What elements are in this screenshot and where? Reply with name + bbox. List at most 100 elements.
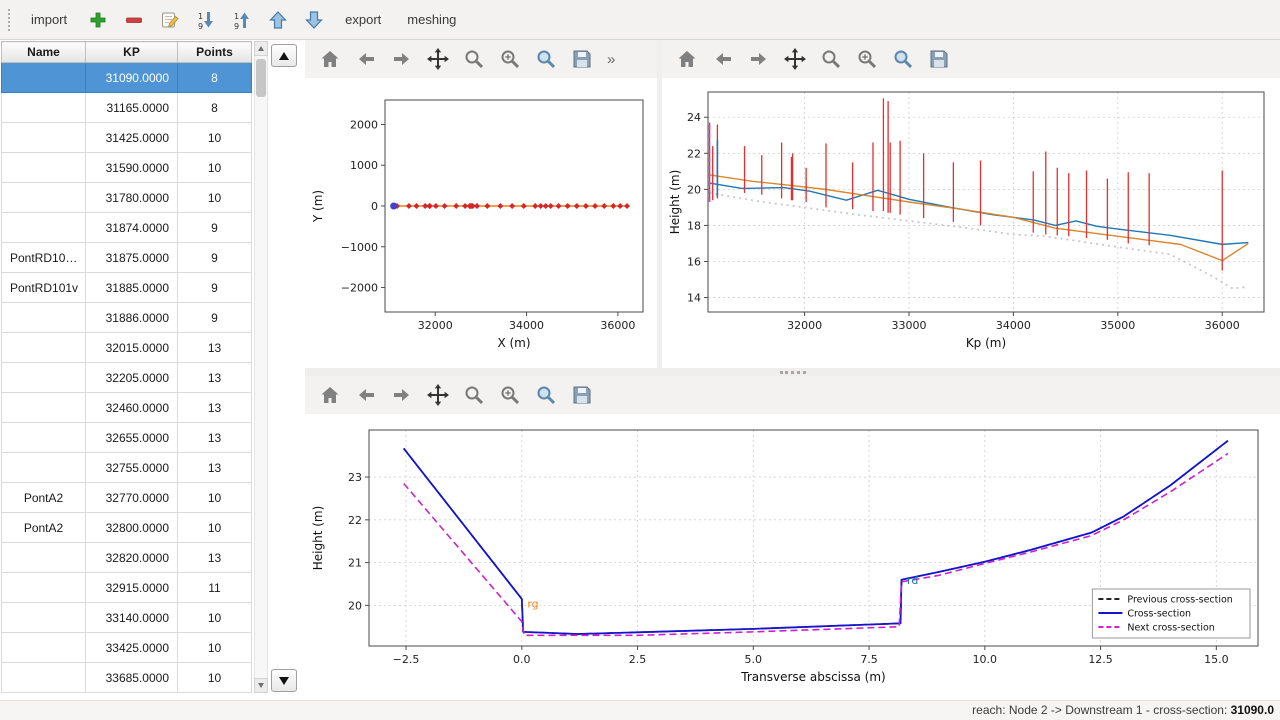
table-row[interactable]: 31780.000010: [2, 183, 252, 213]
cell-kp[interactable]: 31886.0000: [86, 303, 178, 333]
cell-kp[interactable]: 32755.0000: [86, 453, 178, 483]
add-cross-section-button[interactable]: [83, 5, 113, 35]
cell-points[interactable]: 9: [178, 243, 252, 273]
customize-button[interactable]: [888, 44, 918, 74]
table-row[interactable]: 32015.000013: [2, 333, 252, 363]
cell-name[interactable]: [2, 423, 86, 453]
cell-name[interactable]: PontRD101v: [2, 273, 86, 303]
cell-points[interactable]: 13: [178, 363, 252, 393]
cell-points[interactable]: 9: [178, 273, 252, 303]
home-button[interactable]: [672, 44, 702, 74]
export-button[interactable]: export: [335, 6, 391, 33]
column-header-name[interactable]: Name: [2, 42, 86, 63]
cell-kp[interactable]: 31875.0000: [86, 243, 178, 273]
zoom-button[interactable]: [459, 44, 489, 74]
cell-points[interactable]: 10: [178, 123, 252, 153]
remove-cross-section-button[interactable]: [119, 5, 149, 35]
table-row[interactable]: 33425.000010: [2, 633, 252, 663]
move-row-up-button[interactable]: [271, 44, 297, 67]
cell-points[interactable]: 13: [178, 333, 252, 363]
table-row[interactable]: 32755.000013: [2, 453, 252, 483]
cell-points[interactable]: 10: [178, 153, 252, 183]
cell-points[interactable]: 9: [178, 303, 252, 333]
cell-kp[interactable]: 33685.0000: [86, 663, 178, 693]
move-row-down-button[interactable]: [271, 669, 297, 692]
pan-button[interactable]: [423, 380, 453, 410]
cell-kp[interactable]: 32770.0000: [86, 483, 178, 513]
cell-kp[interactable]: 32205.0000: [86, 363, 178, 393]
cell-points[interactable]: 10: [178, 603, 252, 633]
subplots-button[interactable]: [852, 44, 882, 74]
cell-name[interactable]: PontRD10…: [2, 243, 86, 273]
cell-kp[interactable]: 31874.0000: [86, 213, 178, 243]
table-row[interactable]: 32205.000013: [2, 363, 252, 393]
cell-name[interactable]: PontA2: [2, 483, 86, 513]
cell-kp[interactable]: 32915.0000: [86, 573, 178, 603]
cross-section-figure[interactable]: rgrd−2.50.02.55.07.510.012.515.020212223…: [305, 414, 1280, 700]
pan-button[interactable]: [780, 44, 810, 74]
table-row[interactable]: 31090.00008: [2, 63, 252, 93]
cell-name[interactable]: [2, 663, 86, 693]
pan-button[interactable]: [423, 44, 453, 74]
table-row[interactable]: 32460.000013: [2, 393, 252, 423]
sort-descending-button[interactable]: 19: [191, 5, 221, 35]
forward-button[interactable]: [387, 44, 417, 74]
cell-name[interactable]: [2, 93, 86, 123]
cell-points[interactable]: 13: [178, 543, 252, 573]
column-header-points[interactable]: Points: [178, 42, 252, 63]
cell-kp[interactable]: 32800.0000: [86, 513, 178, 543]
cell-name[interactable]: [2, 453, 86, 483]
subplots-button[interactable]: [495, 380, 525, 410]
table-row[interactable]: 31874.00009: [2, 213, 252, 243]
toolbar-overflow-chevron[interactable]: »: [607, 51, 615, 68]
customize-button[interactable]: [531, 380, 561, 410]
table-row[interactable]: 33685.000010: [2, 663, 252, 693]
zoom-button[interactable]: [459, 380, 489, 410]
table-row[interactable]: 33140.000010: [2, 603, 252, 633]
cell-kp[interactable]: 32460.0000: [86, 393, 178, 423]
table-row[interactable]: PontRD10…31875.00009: [2, 243, 252, 273]
cell-points[interactable]: 10: [178, 633, 252, 663]
cell-name[interactable]: [2, 333, 86, 363]
table-scrollbar[interactable]: [254, 41, 268, 693]
table-row[interactable]: PontA232770.000010: [2, 483, 252, 513]
table-row[interactable]: 32915.000011: [2, 573, 252, 603]
cell-points[interactable]: 13: [178, 423, 252, 453]
cell-name[interactable]: [2, 543, 86, 573]
customize-button[interactable]: [531, 44, 561, 74]
cell-points[interactable]: 11: [178, 573, 252, 603]
cell-points[interactable]: 10: [178, 483, 252, 513]
cell-points[interactable]: 10: [178, 663, 252, 693]
cell-name[interactable]: [2, 633, 86, 663]
scrollbar-track[interactable]: [254, 56, 268, 678]
table-row[interactable]: PontRD101v31885.00009: [2, 273, 252, 303]
cell-kp[interactable]: 33140.0000: [86, 603, 178, 633]
cell-name[interactable]: [2, 303, 86, 333]
cell-kp[interactable]: 32015.0000: [86, 333, 178, 363]
save-button[interactable]: [567, 380, 597, 410]
plan-view-figure[interactable]: 320003400036000−2000−1000010002000X (m)Y…: [305, 78, 657, 368]
cell-name[interactable]: [2, 123, 86, 153]
back-button[interactable]: [351, 44, 381, 74]
table-row[interactable]: 31425.000010: [2, 123, 252, 153]
sort-ascending-button[interactable]: 19: [227, 5, 257, 35]
cell-name[interactable]: [2, 213, 86, 243]
column-header-kp[interactable]: KP: [86, 42, 178, 63]
table-row[interactable]: PontA232800.000010: [2, 513, 252, 543]
table-row[interactable]: 32820.000013: [2, 543, 252, 573]
cell-kp[interactable]: 31165.0000: [86, 93, 178, 123]
save-button[interactable]: [567, 44, 597, 74]
back-button[interactable]: [708, 44, 738, 74]
zoom-button[interactable]: [816, 44, 846, 74]
cell-points[interactable]: 10: [178, 183, 252, 213]
scroll-down-button[interactable]: [254, 678, 268, 693]
cell-kp[interactable]: 33425.0000: [86, 633, 178, 663]
subplots-button[interactable]: [495, 44, 525, 74]
cell-name[interactable]: [2, 183, 86, 213]
toolbar-drag-handle[interactable]: [8, 9, 13, 31]
cell-points[interactable]: 13: [178, 453, 252, 483]
table-row[interactable]: 31590.000010: [2, 153, 252, 183]
home-button[interactable]: [315, 380, 345, 410]
scroll-up-button[interactable]: [254, 41, 268, 56]
cell-points[interactable]: 8: [178, 63, 252, 93]
